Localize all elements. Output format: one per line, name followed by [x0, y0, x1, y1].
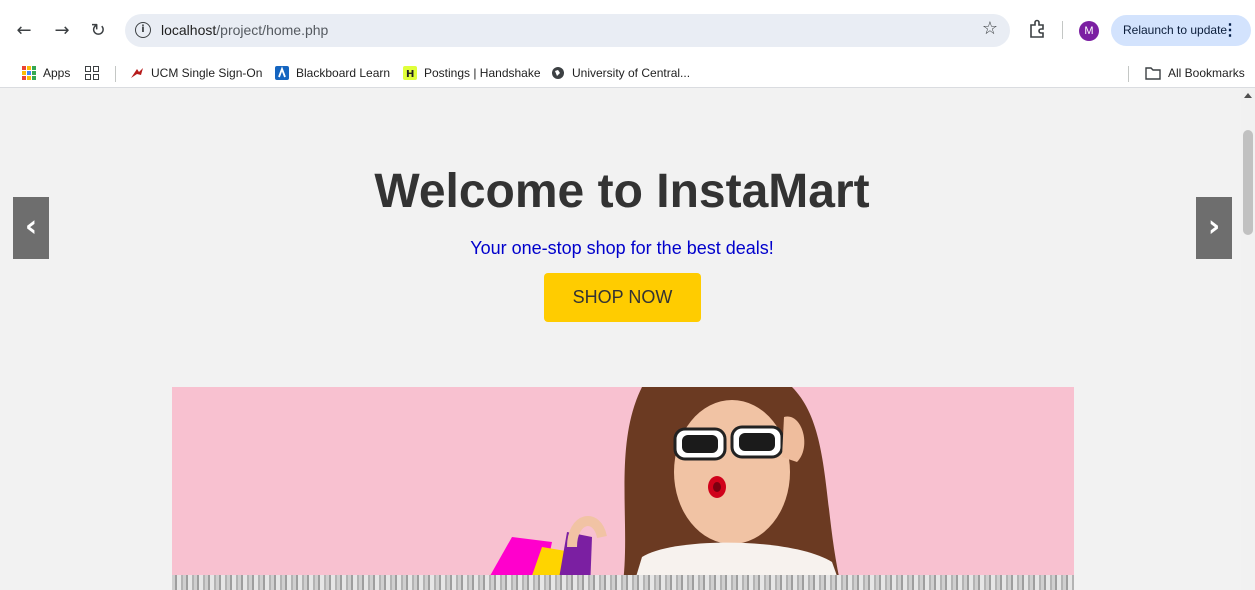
svg-text:H: H: [406, 69, 414, 80]
hero-title: Welcome to InstaMart: [374, 165, 870, 218]
profile-avatar[interactable]: M: [1079, 21, 1099, 41]
globe-icon: [552, 67, 564, 79]
bookmark-star-icon[interactable]: ☆: [982, 18, 998, 39]
bookmark-label: All Bookmarks: [1168, 65, 1245, 80]
hero-subtitle: Your one-stop shop for the best deals!: [470, 238, 774, 258]
relaunch-button[interactable]: Relaunch to update ⋮: [1111, 15, 1251, 46]
address-bar[interactable]: i localhost/project/home.php ☆: [125, 14, 1010, 47]
shop-now-button[interactable]: SHOP NOW: [544, 273, 701, 322]
reload-icon[interactable]: ↻: [86, 19, 110, 43]
bookmark-apps[interactable]: Apps: [22, 58, 70, 88]
bookmark-label: Blackboard Learn: [296, 65, 391, 80]
bookmark-label: University of Central...: [572, 65, 691, 80]
back-arrow-icon[interactable]: ←: [12, 19, 36, 43]
folder-icon: [1145, 67, 1161, 80]
bookmark-label: Apps: [43, 65, 71, 80]
all-bookmarks-button[interactable]: All Bookmarks: [1145, 58, 1245, 88]
page-content: ‹ › Welcome to InstaMart Your one-stop s…: [9, 88, 1241, 590]
bookmark-ucm-sso[interactable]: UCM Single Sign-On: [130, 58, 262, 88]
url-text[interactable]: localhost/project/home.php: [161, 22, 328, 38]
bookmarks-divider: [115, 66, 116, 82]
bookmarks-divider: [1128, 66, 1129, 82]
shopping-woman-illustration: [482, 387, 842, 590]
tab-groups-button[interactable]: [85, 58, 106, 88]
bookmark-handshake[interactable]: H Postings | Handshake: [403, 58, 541, 88]
bookmark-label: UCM Single Sign-On: [151, 65, 263, 80]
browser-toolbar: ← → ↻ i localhost/project/home.php ☆ M R…: [0, 0, 1255, 58]
forward-arrow-icon[interactable]: →: [50, 19, 74, 43]
bookmark-ucf[interactable]: University of Central...: [551, 58, 690, 88]
bookmark-label: Postings | Handshake: [424, 65, 541, 80]
bookmarks-bar: Apps UCM Single Sign-On Blackboard Learn…: [0, 58, 1255, 88]
url-host: localhost: [161, 22, 217, 38]
scroll-up-icon[interactable]: [1244, 93, 1252, 98]
apps-grid-icon: [22, 66, 36, 80]
extensions-icon[interactable]: [1028, 19, 1046, 39]
glitter-strip: [172, 575, 1074, 590]
ucm-mule-icon: [131, 68, 143, 78]
tab-groups-icon: [85, 66, 99, 80]
toolbar-divider: [1062, 21, 1063, 39]
scroll-thumb[interactable]: [1243, 130, 1253, 235]
bookmark-blackboard[interactable]: Blackboard Learn: [275, 58, 390, 88]
page-scrollbar[interactable]: [1241, 88, 1255, 590]
site-info-icon[interactable]: i: [135, 22, 151, 38]
url-path: /project/home.php: [216, 22, 329, 38]
handshake-icon: H: [403, 66, 417, 80]
relaunch-label: Relaunch to update: [1123, 23, 1228, 37]
hero-banner-image: [172, 387, 1074, 590]
menu-dots-icon: ⋮: [1222, 22, 1238, 39]
blackboard-icon: [275, 66, 289, 80]
